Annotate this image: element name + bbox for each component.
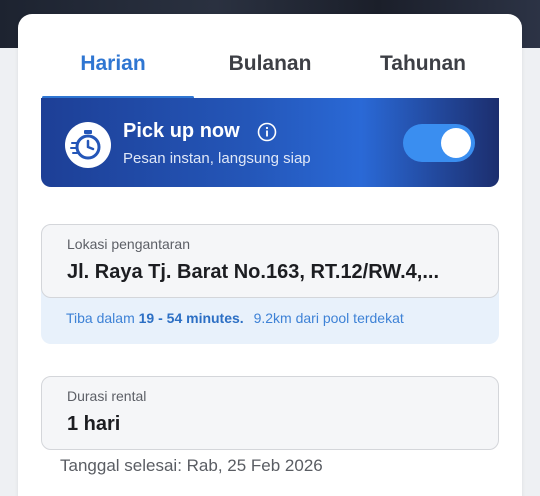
eta-range: 19 - 54 minutes. bbox=[138, 310, 244, 326]
info-icon[interactable] bbox=[257, 122, 277, 142]
delivery-location-value: Jl. Raya Tj. Barat No.163, RT.12/RW.4,..… bbox=[67, 261, 440, 283]
delivery-location-section: Lokasi pengantaran Jl. Raya Tj. Barat No… bbox=[41, 224, 499, 344]
end-date-text: Tanggal selesai: Rab, 25 Feb 2026 bbox=[60, 456, 323, 475]
tab-bulanan[interactable]: Bulanan bbox=[186, 46, 354, 98]
rental-duration-field[interactable]: Durasi rental 1 hari bbox=[41, 376, 499, 450]
rental-duration-label: Durasi rental bbox=[67, 388, 147, 404]
pickup-now-banner: Pick up now Pesan instan, langsung siap bbox=[41, 98, 499, 187]
delivery-location-label: Lokasi pengantaran bbox=[67, 236, 190, 252]
tab-tahunan[interactable]: Tahunan bbox=[338, 46, 508, 98]
rental-period-tabs: Harian Bulanan Tahunan bbox=[18, 46, 522, 98]
stopwatch-icon bbox=[65, 122, 111, 168]
tab-harian[interactable]: Harian bbox=[33, 46, 193, 98]
eta-info: Tiba dalam 19 - 54 minutes. 9.2km dari p… bbox=[66, 310, 404, 326]
delivery-location-field[interactable]: Lokasi pengantaran Jl. Raya Tj. Barat No… bbox=[41, 224, 499, 298]
rental-duration-value: 1 hari bbox=[67, 413, 121, 435]
eta-prefix: Tiba dalam bbox=[66, 310, 135, 326]
toggle-knob bbox=[441, 128, 471, 158]
pool-distance: 9.2km dari pool terdekat bbox=[253, 310, 404, 326]
pickup-title: Pick up now bbox=[123, 120, 240, 142]
pickup-subtitle: Pesan instan, langsung siap bbox=[123, 150, 311, 167]
pickup-now-toggle[interactable] bbox=[403, 124, 475, 162]
